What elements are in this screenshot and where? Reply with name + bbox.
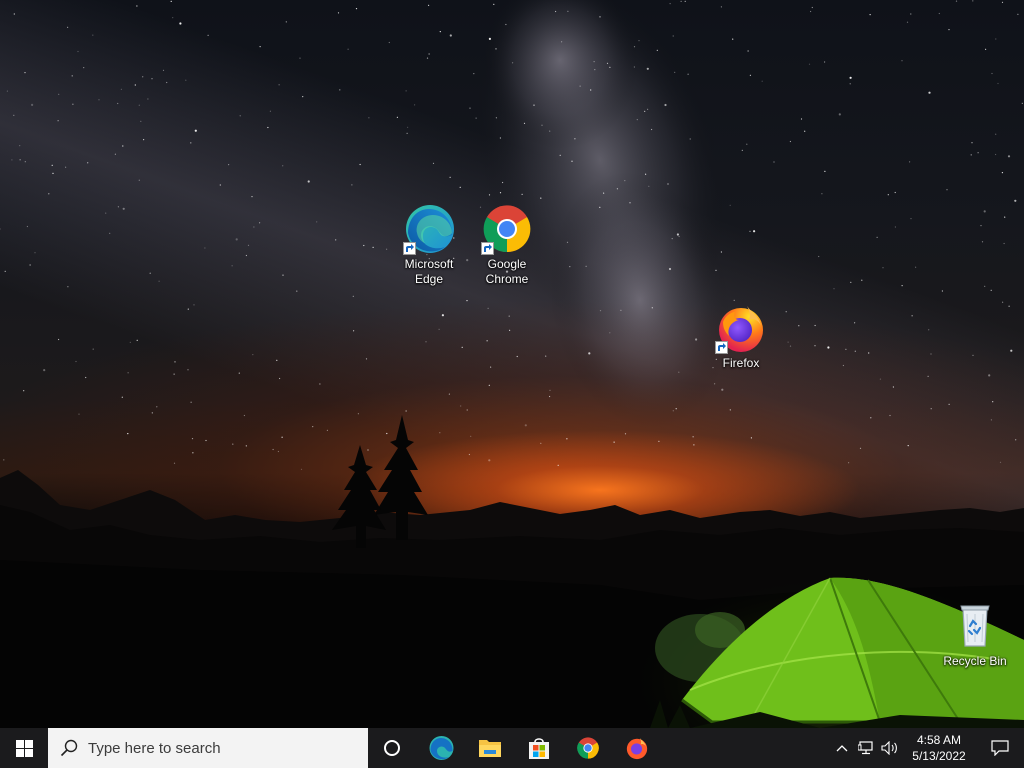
chrome-icon bbox=[576, 737, 599, 759]
taskbar-app-file-explorer[interactable] bbox=[465, 728, 514, 768]
clock-time: 4:58 AM bbox=[916, 733, 962, 747]
recycle-bin-icon bbox=[949, 600, 1001, 652]
edge-icon bbox=[403, 203, 455, 255]
taskbar-app-store[interactable] bbox=[514, 728, 563, 768]
firefox-icon bbox=[626, 737, 647, 760]
search-placeholder: Type here to search bbox=[88, 739, 221, 757]
search-icon bbox=[60, 739, 78, 757]
desktop-icon-recycle-bin[interactable]: Recycle Bin bbox=[937, 600, 1013, 669]
taskbar-app-firefox[interactable] bbox=[612, 728, 661, 768]
desktop-icon-firefox[interactable]: Firefox bbox=[703, 302, 779, 371]
system-tray: 4:58 AM 5/13/2022 bbox=[830, 728, 1024, 768]
store-icon bbox=[528, 738, 549, 759]
start-button[interactable] bbox=[0, 728, 48, 768]
shortcut-arrow-icon bbox=[481, 242, 494, 255]
taskbar-app-edge[interactable] bbox=[416, 728, 465, 768]
cortana-button[interactable] bbox=[368, 728, 416, 768]
taskbar-app-chrome[interactable] bbox=[563, 728, 612, 768]
desktop-icon-label: Firefox bbox=[722, 356, 760, 370]
volume-button[interactable] bbox=[878, 728, 902, 768]
volume-icon bbox=[881, 741, 897, 755]
desktop-icon-label: Microsoft Edge bbox=[404, 257, 454, 286]
network-icon bbox=[858, 741, 873, 755]
shortcut-arrow-icon bbox=[403, 242, 416, 255]
notification-icon bbox=[991, 740, 1009, 756]
shortcut-arrow-icon bbox=[715, 341, 728, 354]
cortana-circle-icon bbox=[384, 740, 400, 756]
desktop-icon-chrome[interactable]: Google Chrome bbox=[469, 203, 545, 287]
taskbar: Type here to search 4:58 AM 5/13/2022 bbox=[0, 728, 1024, 768]
chevron-up-icon bbox=[836, 745, 848, 752]
taskbar-search-box[interactable]: Type here to search bbox=[48, 728, 368, 768]
desktop-icon-edge[interactable]: Microsoft Edge bbox=[391, 203, 467, 287]
desktop-icon-label: Recycle Bin bbox=[943, 654, 1007, 668]
taskbar-clock[interactable]: 4:58 AM 5/13/2022 bbox=[902, 728, 976, 768]
desktop-icon-label: Google Chrome bbox=[485, 257, 529, 286]
windows-logo-icon bbox=[15, 739, 33, 757]
clock-date: 5/13/2022 bbox=[912, 749, 966, 763]
folder-icon bbox=[478, 740, 501, 757]
chrome-icon bbox=[481, 203, 533, 255]
show-hidden-icons-button[interactable] bbox=[830, 728, 854, 768]
edge-icon bbox=[429, 736, 453, 760]
desktop-wallpaper bbox=[0, 0, 1024, 728]
action-center-button[interactable] bbox=[976, 728, 1024, 768]
network-button[interactable] bbox=[854, 728, 878, 768]
firefox-icon bbox=[715, 302, 767, 354]
